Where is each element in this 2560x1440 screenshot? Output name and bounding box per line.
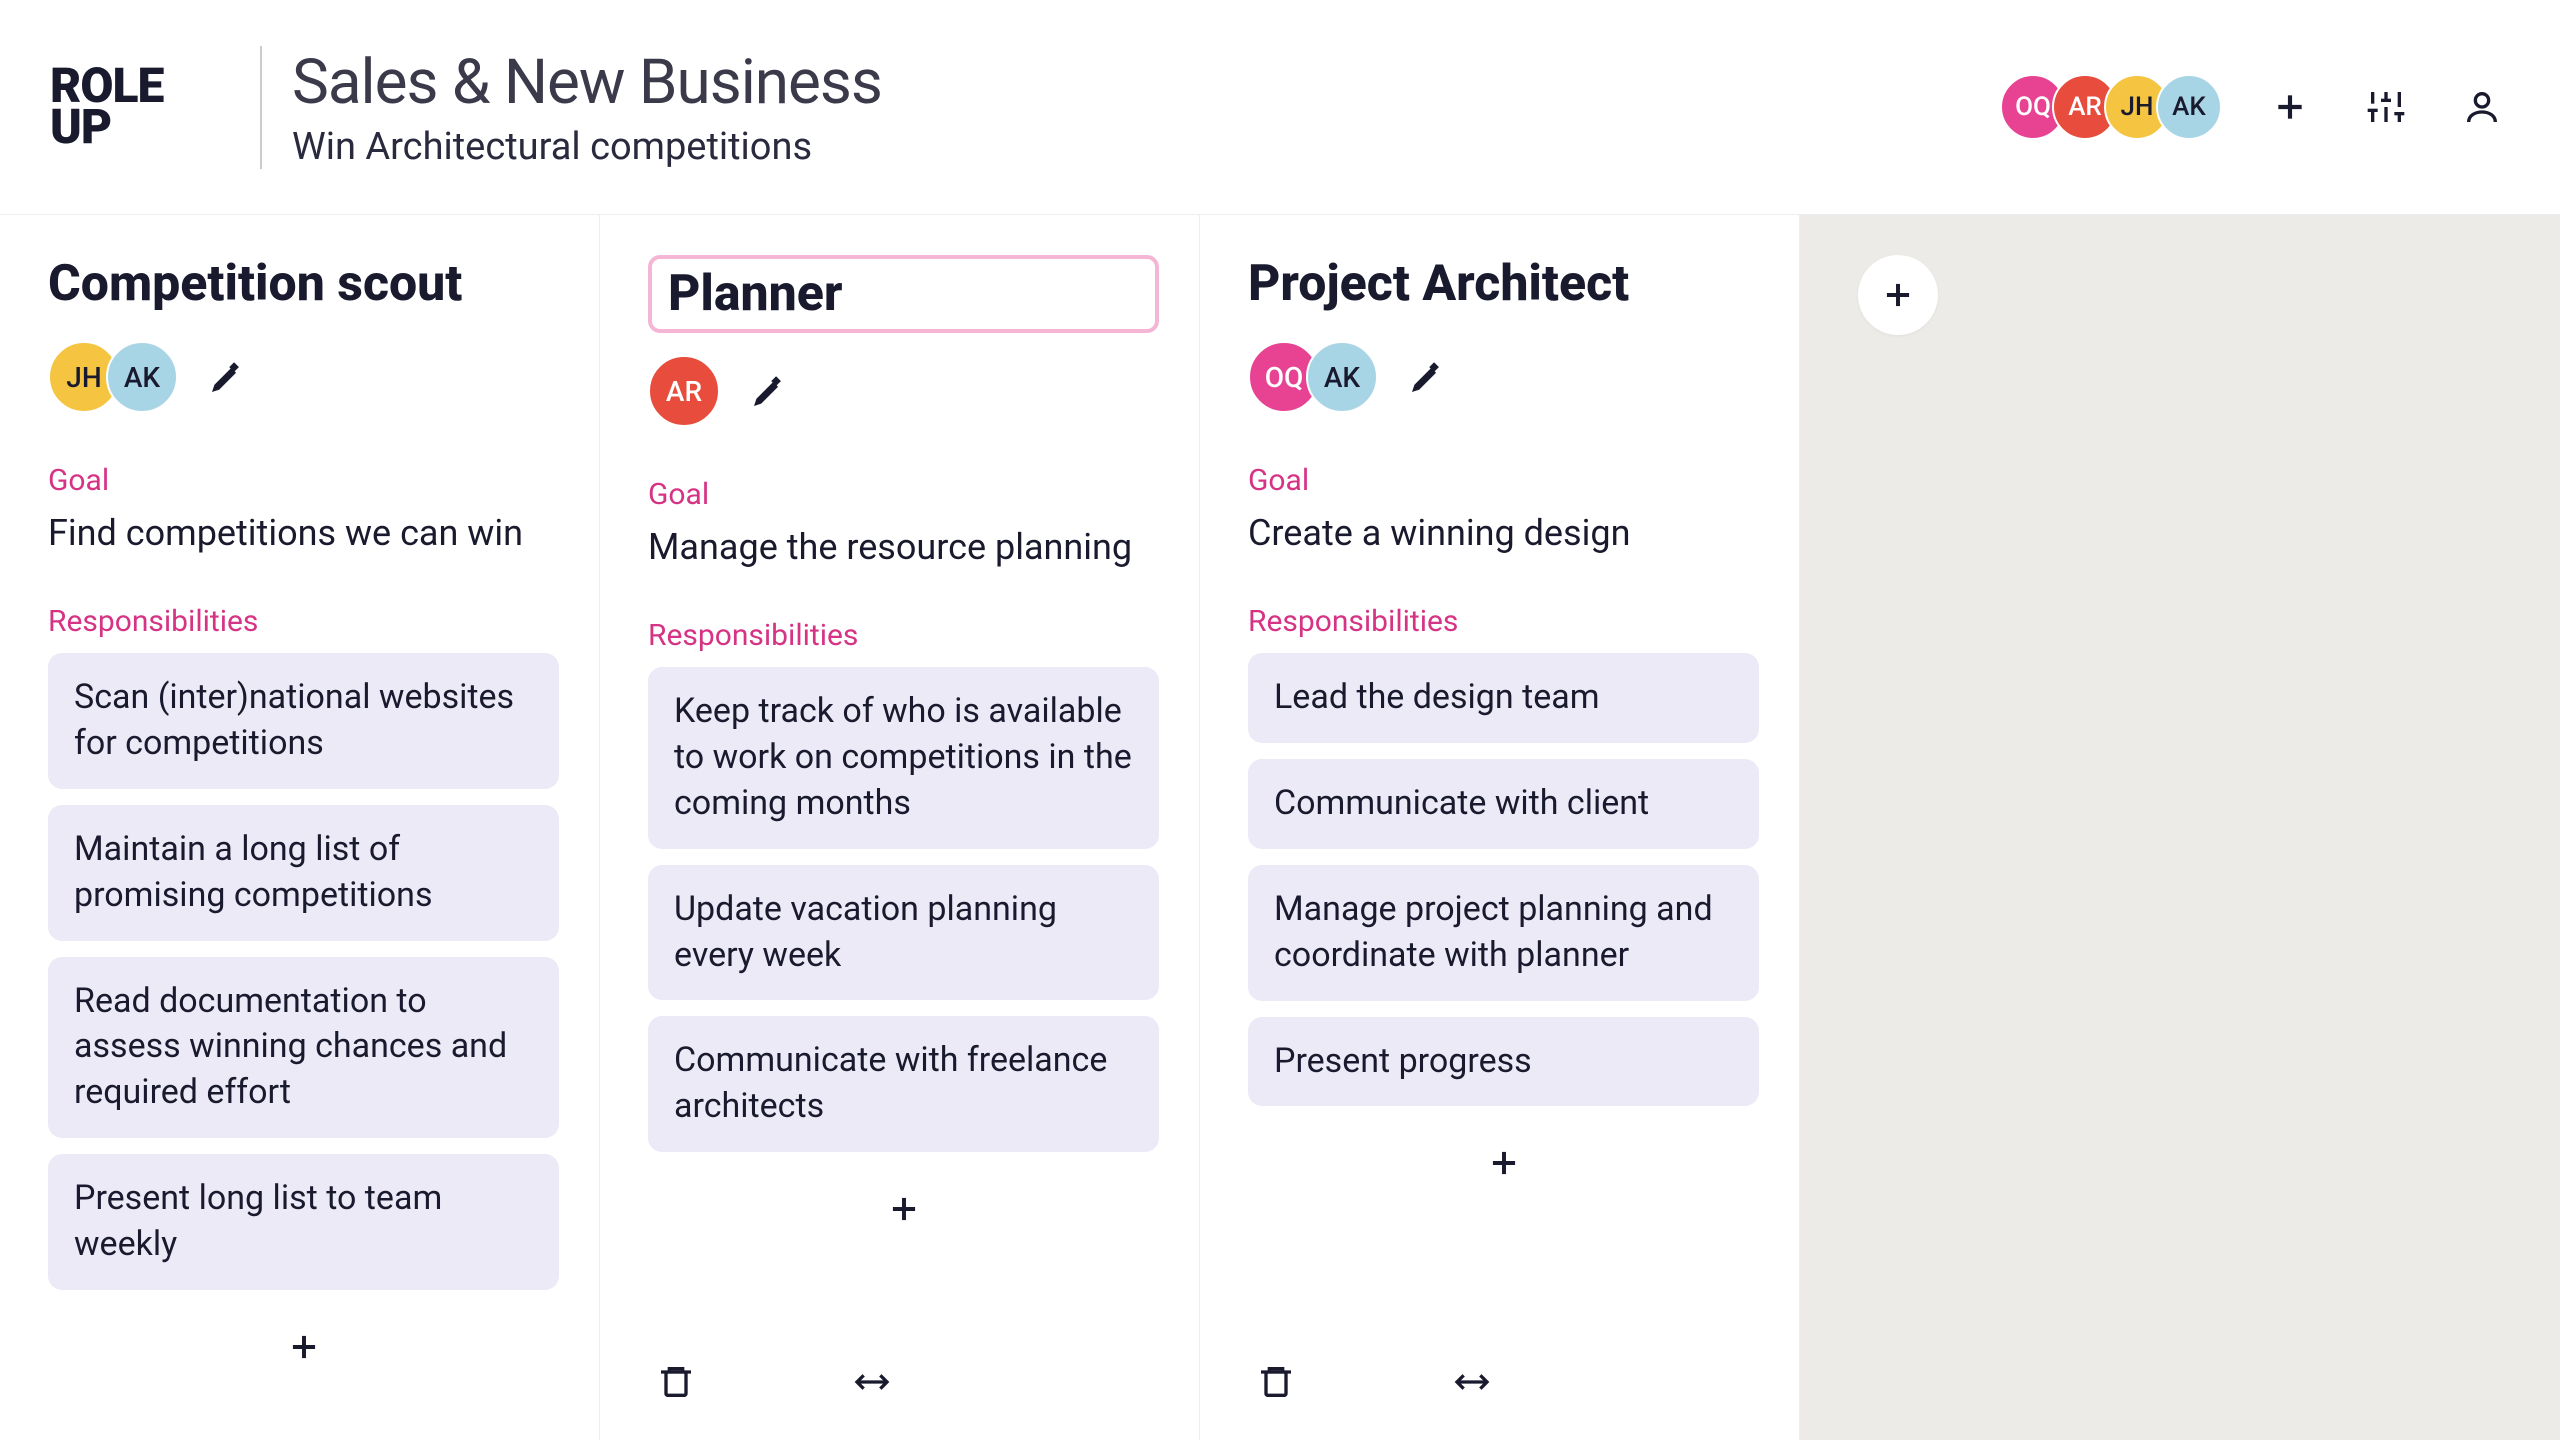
header: ROLE UP Sales & New Business Win Archite… — [0, 0, 2560, 215]
responsibilities-label: Responsibilities — [1248, 604, 1759, 639]
delete-column-button[interactable] — [648, 1354, 704, 1410]
goal-text: Manage the resource planning — [648, 526, 1159, 568]
column-title: Project Architect — [1248, 255, 1759, 313]
responsibilities-list: Lead the design team Communicate with cli… — [1248, 653, 1759, 1106]
plus-icon — [1879, 276, 1917, 314]
move-horizontal-icon — [852, 1362, 892, 1402]
responsibility-item[interactable]: Lead the design team — [1248, 653, 1759, 743]
goal-label: Goal — [648, 477, 1159, 512]
goal-text: Find competitions we can win — [48, 512, 559, 554]
settings-button[interactable] — [2358, 79, 2414, 135]
column-title-input[interactable] — [648, 255, 1159, 333]
pencil-icon — [210, 360, 244, 394]
responsibility-item[interactable]: Update vacation planning every week — [648, 865, 1159, 1001]
team-avatars: OQARJHAK — [2000, 74, 2222, 140]
column-footer — [648, 1294, 1159, 1410]
responsibility-item[interactable]: Present progress — [1248, 1017, 1759, 1107]
plus-icon — [1485, 1144, 1523, 1182]
column-meta: AR — [648, 355, 1159, 427]
delete-column-button[interactable] — [1248, 1354, 1304, 1410]
edit-column-button[interactable] — [202, 352, 252, 402]
responsibility-item[interactable]: Keep track of who is available to work o… — [648, 667, 1159, 849]
board: Competition scout JHAK Goal Find competitio… — [0, 215, 2560, 1440]
avatar[interactable]: AK — [1306, 341, 1378, 413]
edit-column-button[interactable] — [1402, 352, 1452, 402]
person-icon — [2462, 87, 2502, 127]
add-member-button[interactable] — [2262, 79, 2318, 135]
column-meta: OQAK — [1248, 341, 1759, 413]
edit-column-button[interactable] — [744, 366, 794, 416]
avatar[interactable]: AR — [648, 355, 720, 427]
responsibility-item[interactable]: Present long list to team weekly — [48, 1154, 559, 1290]
column-meta: JHAK — [48, 341, 559, 413]
responsibilities-label: Responsibilities — [648, 618, 1159, 653]
title-block: Sales & New Business Win Architectural c… — [260, 46, 882, 169]
responsibility-item[interactable]: Communicate with client — [1248, 759, 1759, 849]
responsibility-item[interactable]: Communicate with freelance architects — [648, 1016, 1159, 1152]
move-column-button[interactable] — [844, 1354, 900, 1410]
logo[interactable]: ROLE UP — [50, 66, 230, 148]
plus-icon — [285, 1328, 323, 1366]
column: Competition scout JHAK Goal Find competitio… — [0, 215, 600, 1440]
add-responsibility-button[interactable] — [1248, 1134, 1759, 1195]
column-footer — [1248, 1294, 1759, 1410]
avatar[interactable]: AK — [106, 341, 178, 413]
header-right: OQARJHAK — [2000, 74, 2510, 140]
responsibilities-label: Responsibilities — [48, 604, 559, 639]
plus-icon — [885, 1190, 923, 1228]
add-column-button[interactable] — [1858, 255, 1938, 335]
avatar[interactable]: AK — [2156, 74, 2222, 140]
responsibility-item[interactable]: Scan (inter)national websites for compet… — [48, 653, 559, 789]
move-column-button[interactable] — [1444, 1354, 1500, 1410]
responsibilities-list: Scan (inter)national websites for compet… — [48, 653, 559, 1290]
responsibilities-list: Keep track of who is available to work o… — [648, 667, 1159, 1152]
profile-button[interactable] — [2454, 79, 2510, 135]
pencil-icon — [1410, 360, 1444, 394]
column-avatars: OQAK — [1248, 341, 1378, 413]
trash-icon — [1256, 1362, 1296, 1402]
sliders-icon — [2366, 87, 2406, 127]
responsibility-item[interactable]: Read documentation to assess winning cha… — [48, 957, 559, 1139]
page-title: Sales & New Business — [292, 46, 882, 119]
column-avatars: JHAK — [48, 341, 178, 413]
column: Project Architect OQAK Goal Create a winnin… — [1200, 215, 1800, 1440]
column-title: Competition scout — [48, 255, 559, 313]
page-subtitle: Win Architectural competitions — [292, 125, 882, 169]
move-horizontal-icon — [1452, 1362, 1492, 1402]
responsibility-item[interactable]: Manage project planning and coordinate w… — [1248, 865, 1759, 1001]
add-responsibility-button[interactable] — [48, 1318, 559, 1379]
add-responsibility-button[interactable] — [648, 1180, 1159, 1241]
goal-label: Goal — [48, 463, 559, 498]
column: AR Goal Manage the resource planning Respon… — [600, 215, 1200, 1440]
trash-icon — [656, 1362, 696, 1402]
goal-text: Create a winning design — [1248, 512, 1759, 554]
goal-label: Goal — [1248, 463, 1759, 498]
column-avatars: AR — [648, 355, 720, 427]
plus-icon — [2270, 87, 2310, 127]
empty-area — [1800, 215, 2560, 1440]
header-left: ROLE UP Sales & New Business Win Archite… — [50, 46, 882, 169]
pencil-icon — [752, 374, 786, 408]
responsibility-item[interactable]: Maintain a long list of promising compet… — [48, 805, 559, 941]
